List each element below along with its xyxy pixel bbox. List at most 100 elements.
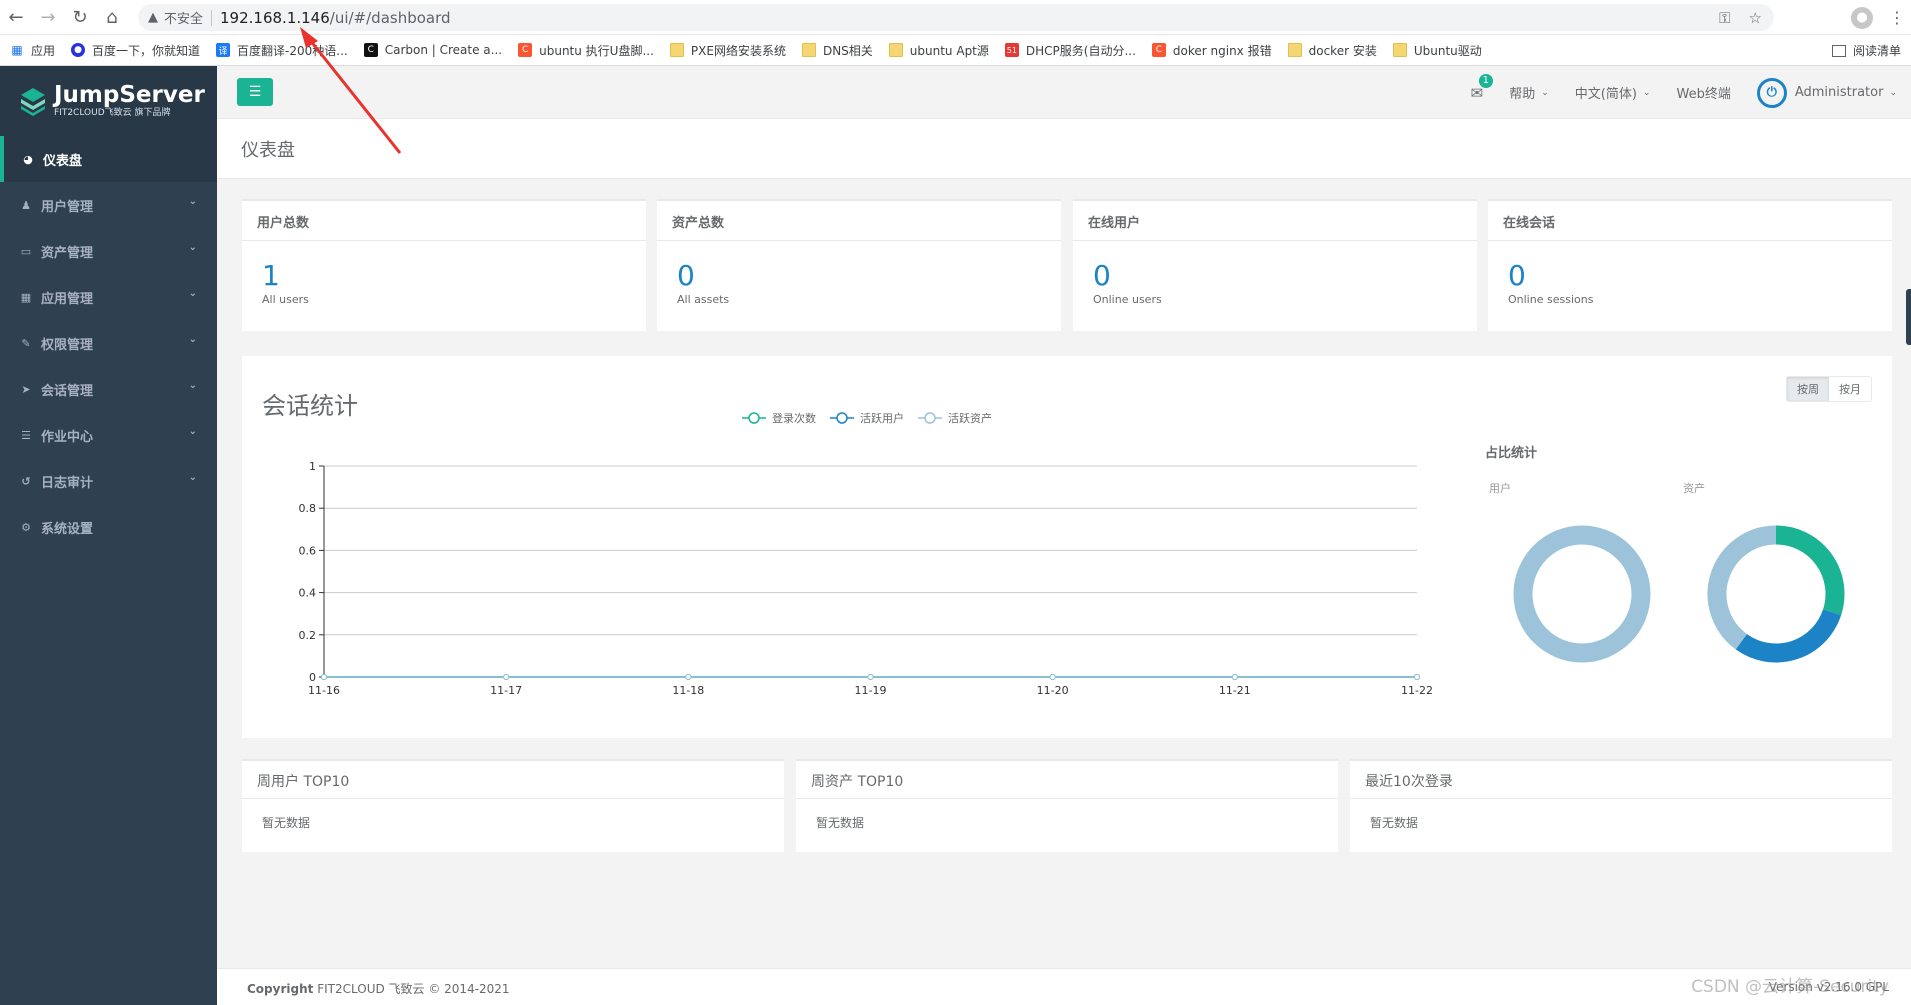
stat-value: 0	[1508, 259, 1526, 292]
ratio-title: 占比统计	[1485, 446, 1538, 461]
sidebar-item[interactable]: ⚙ 系统设置	[0, 504, 217, 550]
stat-subtitle: All assets	[677, 293, 730, 306]
legend-swatch-marker	[924, 412, 936, 424]
sidebar-item[interactable]: ◕ 仪表盘	[0, 136, 217, 182]
legend-label: 登录次数	[772, 411, 816, 425]
bookmark-item[interactable]: 译百度翻译-200种语...	[216, 42, 348, 59]
home-icon[interactable]: ⌂	[96, 0, 128, 35]
logo-tagline: FIT2CLOUD飞致云 旗下品牌	[54, 108, 171, 118]
logo-name: JumpServer	[54, 82, 205, 108]
web-terminal-link[interactable]: Web终端	[1676, 83, 1730, 102]
url-path: /ui/#/dashboard	[329, 8, 451, 27]
chevron-down-icon: ⌄	[188, 288, 197, 299]
bookmark-item[interactable]: ● 百度一下，你就知道	[71, 42, 200, 59]
x-tick-label: 11-21	[1219, 684, 1251, 697]
reload-icon[interactable]: ↻	[64, 0, 96, 35]
bookmark-item[interactable]: docker 安装	[1287, 42, 1377, 59]
bookmark-item[interactable]: Ubuntu驱动	[1392, 42, 1482, 59]
chevron-down-icon: ⌄	[188, 196, 197, 207]
key-icon[interactable]: ⚿	[1719, 9, 1730, 27]
chevron-down-icon: ⌄	[1642, 87, 1651, 98]
csdn-icon: C	[1151, 43, 1166, 57]
data-point	[685, 674, 692, 680]
y-tick-label: 0.4	[299, 587, 317, 600]
menu-toggle-button[interactable]: ☰	[237, 78, 273, 106]
data-point	[1231, 674, 1238, 680]
star-icon[interactable]: ☆	[1749, 9, 1762, 27]
stat-title: 在线会话	[1488, 201, 1892, 241]
stat-value: 1	[262, 259, 280, 292]
bookmark-item[interactable]: PXE网络安装系统	[669, 42, 786, 59]
ratio-user-label: 用户	[1489, 482, 1511, 495]
profile-icon[interactable]: ●	[1851, 6, 1873, 29]
copyright-bold: Copyright	[247, 982, 314, 996]
bookmarks-bar: ▦ 应用 ● 百度一下，你就知道译百度翻译-200种语... C Carbon | Cre…	[0, 35, 1911, 66]
side-scroll-tab[interactable]	[1906, 289, 1911, 345]
power-avatar-icon: ⏻	[1756, 77, 1787, 108]
sidebar-item[interactable]: ▦ 应用管理 ⌄	[0, 274, 217, 320]
legend-entry: 登录次数	[742, 411, 816, 425]
toggle-month-button[interactable]: 按月	[1829, 377, 1871, 401]
sidebar-item[interactable]: ↺ 日志审计 ⌄	[0, 458, 217, 504]
stat-card: 在线会话 0 Online sessions	[1488, 199, 1892, 331]
logo[interactable]: JumpServer FIT2CLOUD飞致云 旗下品牌	[0, 66, 217, 136]
ratio-asset-label: 资产	[1683, 482, 1705, 495]
dashboard-icon: ◕	[23, 152, 33, 166]
forward-icon[interactable]: →	[32, 0, 64, 35]
stat-subtitle: Online sessions	[1508, 293, 1594, 306]
sidebar-item[interactable]: ➤ 会话管理 ⌄	[0, 366, 217, 412]
message-count-badge: 1	[1478, 73, 1494, 88]
top-navbar: ☰ ✉ 1 帮助 ⌄ 中文(简体) ⌄ Web终端 ⏻ Administrator ⌄	[217, 66, 1911, 119]
donut-slice	[1707, 525, 1777, 650]
sidebar-item[interactable]: ♟ 用户管理 ⌄	[0, 182, 217, 228]
grid-icon: ▦	[20, 290, 32, 304]
legend-entry: 活跃用户	[830, 411, 904, 425]
browser-toolbar: ← → ↻ ⌂ ▲ 不安全 192.168.1.146/ui/#/dashboa…	[0, 0, 1911, 35]
chevron-down-icon: ⌄	[188, 472, 197, 483]
bookmark-item[interactable]: ubuntu Apt源	[888, 42, 989, 59]
fanyi-icon: 译	[216, 43, 231, 57]
y-tick-label: 0	[309, 671, 316, 684]
bookmark-item[interactable]: Cubuntu 执行U盘脚...	[518, 42, 654, 59]
user-dropdown[interactable]: ⏻ Administrator ⌄	[1756, 77, 1897, 108]
data-point	[867, 674, 874, 680]
period-toggle: 按周 按月	[1786, 376, 1872, 402]
51cto-icon: 51	[1004, 43, 1019, 57]
reading-list[interactable]: 阅读清单	[1831, 35, 1901, 66]
bookmark-item[interactable]: DNS相关	[801, 42, 873, 59]
address-bar[interactable]: ▲ 不安全 192.168.1.146/ui/#/dashboard ⚿ ☆	[138, 4, 1774, 31]
back-icon[interactable]: ←	[0, 0, 32, 35]
series-line	[321, 674, 1420, 680]
stat-value: 0	[1093, 259, 1111, 292]
help-dropdown[interactable]: 帮助 ⌄	[1509, 83, 1549, 102]
csdn-icon: C	[518, 43, 533, 57]
reading-list-icon	[1831, 44, 1846, 57]
data-point	[1049, 674, 1056, 680]
sidebar-item[interactable]: ☰ 作业中心 ⌄	[0, 412, 217, 458]
sidebar-item[interactable]: ▭ 资产管理 ⌄	[0, 228, 217, 274]
chevron-down-icon: ⌄	[1889, 87, 1897, 98]
bookmark-item[interactable]: C Carbon | Create a...	[363, 43, 502, 57]
bookmark-item[interactable]: ▦ 应用	[10, 42, 55, 59]
sidebar-item[interactable]: ✎ 权限管理 ⌄	[0, 320, 217, 366]
language-dropdown[interactable]: 中文(简体) ⌄	[1575, 83, 1651, 102]
stat-card: 用户总数 1 All users	[242, 199, 646, 331]
toggle-week-button[interactable]: 按周	[1787, 377, 1829, 401]
session-line-chart: 登录次数 活跃用户 活跃资产 0 0.2 0.4 0.6 0.8 1 11-16 11-17 11-1…	[299, 411, 1433, 697]
stat-title: 用户总数	[242, 201, 646, 241]
asset-ratio-donut	[1707, 525, 1845, 663]
legend-entry: 活跃资产	[918, 411, 992, 425]
messages-button[interactable]: ✉ 1	[1471, 73, 1494, 102]
bookmark-item[interactable]: Cdoker nginx 报错	[1151, 42, 1272, 59]
sidebar: JumpServer FIT2CLOUD飞致云 旗下品牌 ◕ 仪表盘 ♟ 用户管理 ⌄ ▭…	[0, 66, 217, 1005]
session-stats-panel: 会话统计 按周 按月 登录次数 活跃用户 活跃资产 0 0.2 0.4 0.6 0.8 1 11-…	[242, 356, 1892, 738]
folder-icon	[888, 43, 903, 57]
legend-label: 活跃用户	[860, 411, 904, 425]
top-list-card: 周用户 TOP10 暂无数据	[242, 759, 784, 852]
menu-kebab-icon[interactable]: ⋮	[1889, 8, 1905, 27]
data-point	[321, 674, 327, 680]
x-tick-label: 11-17	[490, 684, 522, 697]
bookmark-item[interactable]: 51 DHCP服务(自动分...	[1004, 42, 1136, 59]
edit-icon: ✎	[21, 336, 31, 350]
stat-card: 资产总数 0 All assets	[657, 199, 1061, 331]
